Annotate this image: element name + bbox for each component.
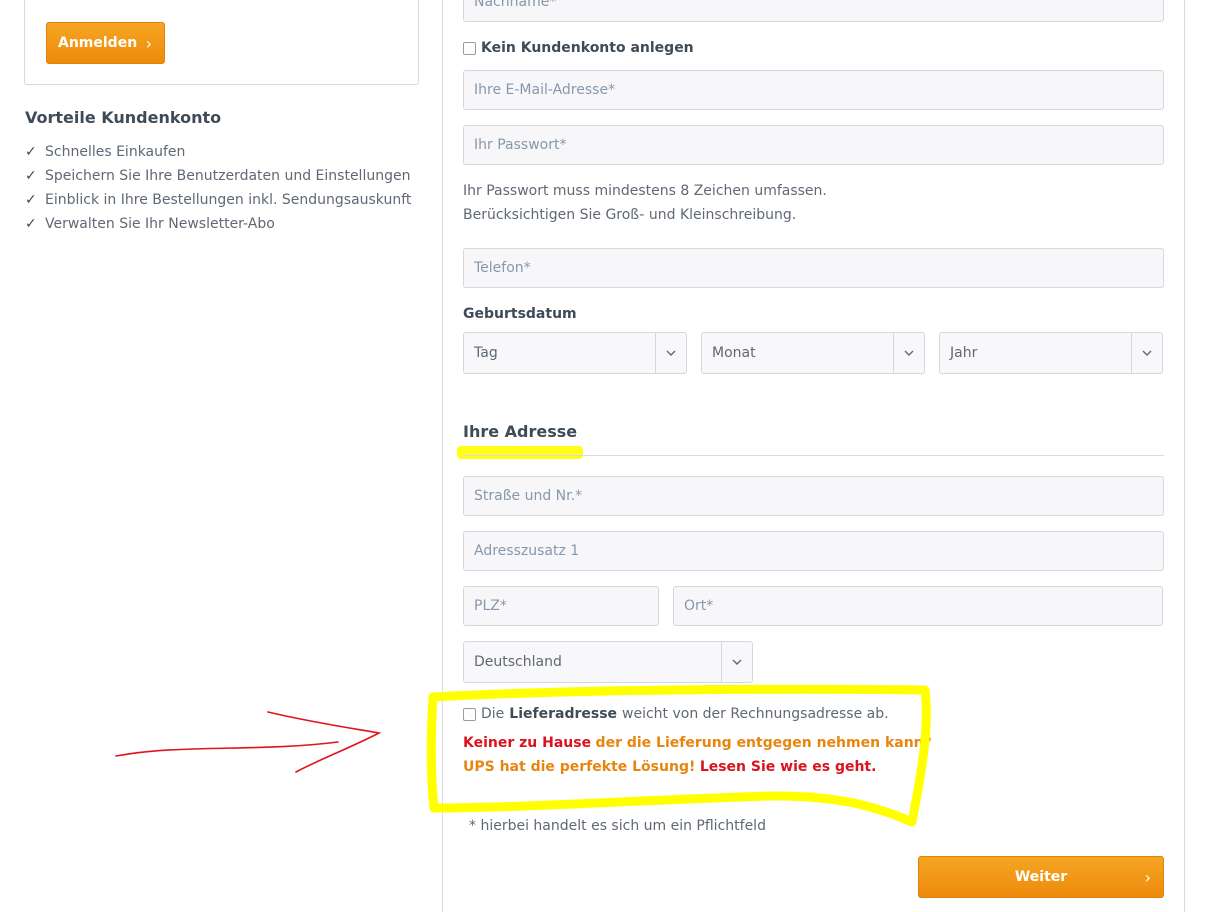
required-field-note: * hierbei handelt es sich um ein Pflicht… (469, 818, 766, 834)
chevron-right-icon: › (1144, 868, 1151, 887)
annotation-overlay (115, 684, 931, 827)
annotation-arrow (115, 711, 382, 773)
highlight-frame (426, 684, 931, 827)
next-button-label: Weiter (1014, 869, 1068, 885)
next-button[interactable]: Weiter › (918, 856, 1164, 898)
